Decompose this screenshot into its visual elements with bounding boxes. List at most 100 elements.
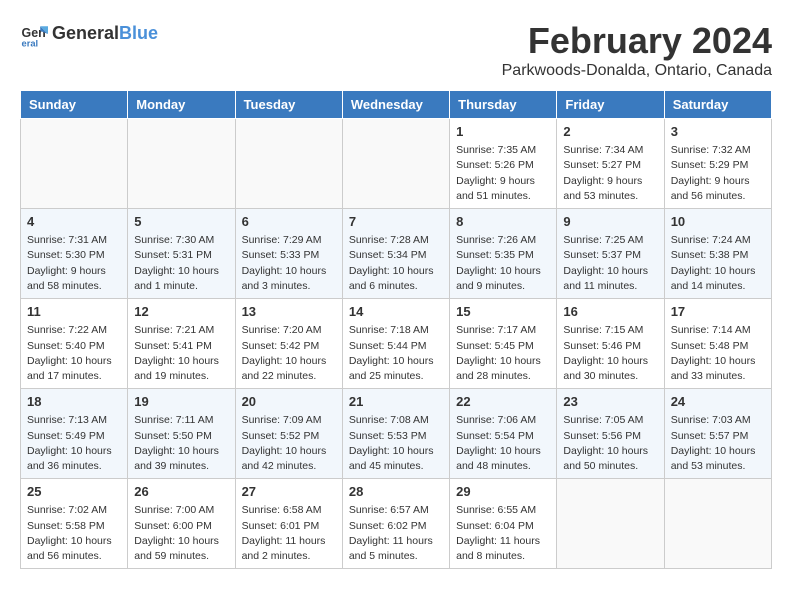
calendar-cell: 23Sunrise: 7:05 AM Sunset: 5:56 PM Dayli… xyxy=(557,389,664,479)
calendar-cell: 8 Sunrise: 7:26 AM Sunset: 5:35 PM Daylig… xyxy=(450,209,557,299)
day-info: Sunrise: 7:18 AM Sunset: 5:44 PM Dayligh… xyxy=(349,323,443,384)
day-number: 15 xyxy=(456,303,550,321)
header-monday: Monday xyxy=(128,91,235,119)
calendar-cell: 16Sunrise: 7:15 AM Sunset: 5:46 PM Dayli… xyxy=(557,299,664,389)
calendar-cell: 12 Sunrise: 7:21 AM Sunset: 5:41 PM Dayli… xyxy=(128,299,235,389)
day-info: Sunrise: 7:26 AM Sunset: 5:35 PM Dayligh… xyxy=(456,233,550,294)
day-info: Sunrise: 7:13 AM Sunset: 5:49 PM Dayligh… xyxy=(27,413,121,474)
day-info: Sunrise: 7:08 AM Sunset: 5:53 PM Dayligh… xyxy=(349,413,443,474)
logo-blue: Blue xyxy=(119,23,158,43)
day-number: 8 xyxy=(456,213,550,231)
day-number: 20 xyxy=(242,393,336,411)
day-info: Sunrise: 7:09 AM Sunset: 5:52 PM Dayligh… xyxy=(242,413,336,474)
calendar-cell: 10 Sunrise: 7:24 AM Sunset: 5:38 PM Dayli… xyxy=(664,209,771,299)
calendar-table: Sunday Monday Tuesday Wednesday Thursday… xyxy=(20,90,772,569)
day-info: Sunrise: 7:31 AM Sunset: 5:30 PM Dayligh… xyxy=(27,233,121,294)
day-number: 24 xyxy=(671,393,765,411)
calendar-cell: 27Sunrise: 6:58 AM Sunset: 6:01 PM Dayli… xyxy=(235,479,342,569)
day-info: Sunrise: 7:05 AM Sunset: 5:56 PM Dayligh… xyxy=(563,413,657,474)
day-number: 28 xyxy=(349,483,443,501)
calendar-cell: 15 Sunrise: 7:17 AM Sunset: 5:45 PM Dayli… xyxy=(450,299,557,389)
header-thursday: Thursday xyxy=(450,91,557,119)
calendar-cell: 26 Sunrise: 7:00 AM Sunset: 6:00 PM Dayli… xyxy=(128,479,235,569)
day-number: 14 xyxy=(349,303,443,321)
day-number: 5 xyxy=(134,213,228,231)
day-number: 17 xyxy=(671,303,765,321)
day-info: Sunrise: 6:55 AM Sunset: 6:04 PM Dayligh… xyxy=(456,503,550,564)
calendar-cell: 5 Sunrise: 7:30 AM Sunset: 5:31 PM Daylig… xyxy=(128,209,235,299)
header-friday: Friday xyxy=(557,91,664,119)
calendar-cell: 28 Sunrise: 6:57 AM Sunset: 6:02 PM Dayli… xyxy=(342,479,449,569)
day-info: Sunrise: 6:57 AM Sunset: 6:02 PM Dayligh… xyxy=(349,503,443,564)
day-info: Sunrise: 7:14 AM Sunset: 5:48 PM Dayligh… xyxy=(671,323,765,384)
day-number: 25 xyxy=(27,483,121,501)
day-number: 11 xyxy=(27,303,121,321)
svg-text:eral: eral xyxy=(22,38,39,48)
calendar-subtitle: Parkwoods-Donalda, Ontario, Canada xyxy=(502,62,772,80)
day-info: Sunrise: 7:02 AM Sunset: 5:58 PM Dayligh… xyxy=(27,503,121,564)
logo-icon: Gen eral xyxy=(20,20,48,48)
calendar-cell xyxy=(664,479,771,569)
day-number: 6 xyxy=(242,213,336,231)
calendar-cell: 11 Sunrise: 7:22 AM Sunset: 5:40 PM Dayli… xyxy=(21,299,128,389)
calendar-cell: 21 Sunrise: 7:08 AM Sunset: 5:53 PM Dayli… xyxy=(342,389,449,479)
day-info: Sunrise: 7:34 AM Sunset: 5:27 PM Dayligh… xyxy=(563,143,657,204)
week-row-3: 11 Sunrise: 7:22 AM Sunset: 5:40 PM Dayli… xyxy=(21,299,772,389)
calendar-cell xyxy=(342,119,449,209)
calendar-title: February 2024 xyxy=(502,20,772,62)
day-info: Sunrise: 7:32 AM Sunset: 5:29 PM Dayligh… xyxy=(671,143,765,204)
calendar-cell xyxy=(557,479,664,569)
calendar-cell: 19Sunrise: 7:11 AM Sunset: 5:50 PM Dayli… xyxy=(128,389,235,479)
day-info: Sunrise: 7:21 AM Sunset: 5:41 PM Dayligh… xyxy=(134,323,228,384)
day-info: Sunrise: 7:25 AM Sunset: 5:37 PM Dayligh… xyxy=(563,233,657,294)
header-sunday: Sunday xyxy=(21,91,128,119)
header-saturday: Saturday xyxy=(664,91,771,119)
day-number: 21 xyxy=(349,393,443,411)
calendar-cell: 1 Sunrise: 7:35 AM Sunset: 5:26 PM Daylig… xyxy=(450,119,557,209)
day-number: 12 xyxy=(134,303,228,321)
day-info: Sunrise: 7:28 AM Sunset: 5:34 PM Dayligh… xyxy=(349,233,443,294)
day-info: Sunrise: 7:03 AM Sunset: 5:57 PM Dayligh… xyxy=(671,413,765,474)
calendar-cell: 24 Sunrise: 7:03 AM Sunset: 5:57 PM Dayli… xyxy=(664,389,771,479)
calendar-cell: 18Sunrise: 7:13 AM Sunset: 5:49 PM Dayli… xyxy=(21,389,128,479)
calendar-cell: 14 Sunrise: 7:18 AM Sunset: 5:44 PM Dayli… xyxy=(342,299,449,389)
header-row: Sunday Monday Tuesday Wednesday Thursday… xyxy=(21,91,772,119)
calendar-cell: 7 Sunrise: 7:28 AM Sunset: 5:34 PM Daylig… xyxy=(342,209,449,299)
logo: Gen eral GeneralBlue xyxy=(20,20,158,48)
logo-general: General xyxy=(52,23,119,43)
day-number: 3 xyxy=(671,123,765,141)
calendar-cell: 6Sunrise: 7:29 AM Sunset: 5:33 PM Daylig… xyxy=(235,209,342,299)
day-number: 10 xyxy=(671,213,765,231)
calendar-cell xyxy=(21,119,128,209)
calendar-cell: 13 Sunrise: 7:20 AM Sunset: 5:42 PM Dayli… xyxy=(235,299,342,389)
day-number: 4 xyxy=(27,213,121,231)
calendar-cell: 3 Sunrise: 7:32 AM Sunset: 5:29 PM Daylig… xyxy=(664,119,771,209)
calendar-cell: 2Sunrise: 7:34 AM Sunset: 5:27 PM Daylig… xyxy=(557,119,664,209)
week-row-1: 1 Sunrise: 7:35 AM Sunset: 5:26 PM Daylig… xyxy=(21,119,772,209)
day-info: Sunrise: 6:58 AM Sunset: 6:01 PM Dayligh… xyxy=(242,503,336,564)
day-info: Sunrise: 7:30 AM Sunset: 5:31 PM Dayligh… xyxy=(134,233,228,294)
calendar-cell xyxy=(235,119,342,209)
title-block: February 2024 Parkwoods-Donalda, Ontario… xyxy=(502,20,772,80)
day-number: 16 xyxy=(563,303,657,321)
day-info: Sunrise: 7:00 AM Sunset: 6:00 PM Dayligh… xyxy=(134,503,228,564)
day-number: 22 xyxy=(456,393,550,411)
calendar-cell: 20 Sunrise: 7:09 AM Sunset: 5:52 PM Dayli… xyxy=(235,389,342,479)
calendar-cell: 29Sunrise: 6:55 AM Sunset: 6:04 PM Dayli… xyxy=(450,479,557,569)
day-info: Sunrise: 7:22 AM Sunset: 5:40 PM Dayligh… xyxy=(27,323,121,384)
day-number: 13 xyxy=(242,303,336,321)
calendar-cell: 17 Sunrise: 7:14 AM Sunset: 5:48 PM Dayli… xyxy=(664,299,771,389)
page-header: Gen eral GeneralBlue February 2024 Parkw… xyxy=(20,20,772,80)
day-info: Sunrise: 7:17 AM Sunset: 5:45 PM Dayligh… xyxy=(456,323,550,384)
day-number: 1 xyxy=(456,123,550,141)
day-info: Sunrise: 7:24 AM Sunset: 5:38 PM Dayligh… xyxy=(671,233,765,294)
header-tuesday: Tuesday xyxy=(235,91,342,119)
day-number: 7 xyxy=(349,213,443,231)
header-wednesday: Wednesday xyxy=(342,91,449,119)
day-info: Sunrise: 7:35 AM Sunset: 5:26 PM Dayligh… xyxy=(456,143,550,204)
calendar-cell: 22Sunrise: 7:06 AM Sunset: 5:54 PM Dayli… xyxy=(450,389,557,479)
calendar-cell: 9 Sunrise: 7:25 AM Sunset: 5:37 PM Daylig… xyxy=(557,209,664,299)
day-number: 9 xyxy=(563,213,657,231)
day-number: 26 xyxy=(134,483,228,501)
day-info: Sunrise: 7:20 AM Sunset: 5:42 PM Dayligh… xyxy=(242,323,336,384)
